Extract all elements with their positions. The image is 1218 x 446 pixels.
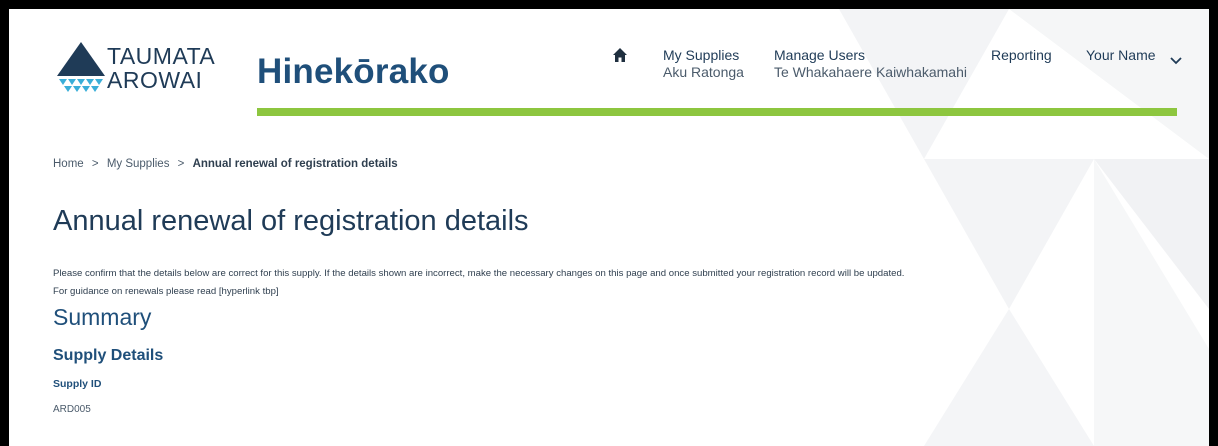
supply-id-label: Supply ID [53,378,102,390]
breadcrumb: Home > My Supplies > Annual renewal of r… [53,158,398,170]
breadcrumb-home[interactable]: Home [53,158,84,170]
nav-manage-users-label: Manage Users [774,47,866,63]
nav-reporting-label: Reporting [991,47,1052,63]
breadcrumb-separator: > [177,158,185,170]
guidance-paragraph: For guidance on renewals please read [hy… [53,286,279,297]
accent-bar [257,108,1177,116]
supply-details-heading: Supply Details [53,347,164,364]
page-title: Annual renewal of registration details [53,205,529,237]
summary-heading: Summary [53,304,152,330]
header: TAUMATA AROWAI Hinekōrako My Supplies Ak… [9,9,1209,121]
nav-my-supplies-sublabel: Aku Ratonga [663,64,744,80]
logo-wordmark: TAUMATA AROWAI [107,44,215,92]
app-frame: TAUMATA AROWAI Hinekōrako My Supplies Ak… [9,9,1209,446]
home-icon[interactable] [612,47,632,67]
breadcrumb-separator: > [91,158,99,170]
breadcrumb-my-supplies[interactable]: My Supplies [107,158,170,170]
water-triangle-logo-icon [57,42,105,92]
taumata-arowai-logo[interactable]: TAUMATA AROWAI [55,40,215,100]
supply-id-value: ARD005 [53,404,91,415]
breadcrumb-current: Annual renewal of registration details [192,158,398,170]
logo-line1: TAUMATA [107,43,216,69]
app-brand-title: Hinekōrako [257,52,450,91]
nav-manage-users[interactable]: Manage Users Te Whakahaere Kaiwhakamahi [774,47,967,81]
nav-reporting[interactable]: Reporting [991,47,1052,64]
nav-my-supplies-label: My Supplies [663,47,740,63]
intro-paragraph: Please confirm that the details below ar… [53,268,905,279]
nav-manage-users-sublabel: Te Whakahaere Kaiwhakamahi [774,64,967,80]
chevron-down-icon [1170,57,1182,65]
logo-line2: AROWAI [107,67,203,93]
nav-my-supplies[interactable]: My Supplies Aku Ratonga [663,47,744,81]
user-name-label: Your Name [1086,47,1156,63]
user-menu[interactable]: Your Name [1086,47,1182,65]
